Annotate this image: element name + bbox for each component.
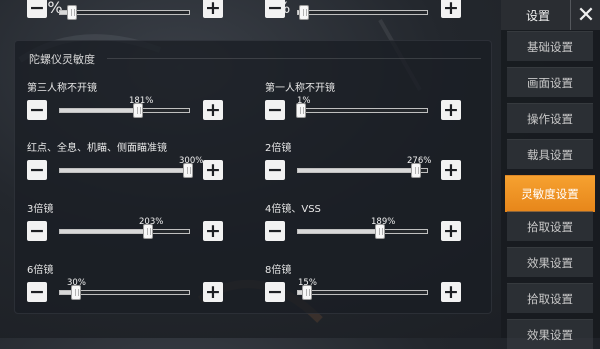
sensitivity-slider: 第三人称不开镜 181% − + — [27, 79, 247, 125]
slider-track[interactable] — [59, 163, 193, 178]
plus-button[interactable]: + — [203, 221, 223, 241]
sensitivity-slider: 6倍镜 30% − + — [27, 261, 247, 307]
slider-label: 第三人称不开镜 — [27, 83, 97, 94]
slider-label: 2倍镜 — [265, 143, 292, 154]
slider-thumb[interactable] — [296, 103, 306, 118]
slider-label: 红点、全息、机瞄、侧面瞄准镜 — [27, 143, 167, 154]
slider-label: 8倍镜 — [265, 265, 292, 276]
minus-button[interactable]: − — [265, 282, 285, 302]
slider-track[interactable] — [297, 163, 428, 178]
section-title: 陀螺仪灵敏度 — [29, 53, 95, 66]
sidebar-item[interactable]: 基础设置 — [507, 31, 593, 61]
close-icon: ✕ — [576, 2, 596, 28]
slider-thumb[interactable] — [183, 163, 193, 178]
minus-button[interactable]: − — [27, 282, 47, 302]
slider-thumb[interactable] — [302, 285, 312, 300]
slider-thumb[interactable] — [299, 5, 309, 20]
slider-track[interactable] — [59, 224, 190, 239]
sensitivity-slider: 4倍镜、VSS 189% − + — [265, 200, 485, 246]
slider-thumb[interactable] — [143, 224, 153, 239]
minus-button[interactable]: − — [27, 0, 47, 18]
sensitivity-slider: 2倍镜 276% − + — [265, 139, 485, 185]
minus-button[interactable]: − — [27, 221, 47, 241]
slider-thumb[interactable] — [375, 224, 385, 239]
plus-button[interactable]: + — [203, 160, 223, 180]
plus-button[interactable]: + — [441, 221, 461, 241]
slider-track[interactable] — [297, 285, 428, 300]
plus-button[interactable]: + — [441, 160, 461, 180]
top-slider-left: − 22% + — [27, 0, 247, 20]
slider-track[interactable] — [297, 5, 428, 20]
sensitivity-slider: 第一人称不开镜 1% − + — [265, 79, 485, 125]
sidebar-item[interactable]: 操作设置 — [507, 103, 593, 133]
slider-thumb[interactable] — [67, 5, 77, 20]
sensitivity-slider: 3倍镜 203% − + — [27, 200, 247, 246]
settings-sidebar: 设置 ✕ 基础设置 画面设置 操作设置 载具设置 灵敏度设置 拾取设置 效果设置 拾取设置 效果… — [501, 0, 600, 349]
plus-button[interactable]: + — [203, 282, 223, 302]
sidebar-header: 设置 ✕ — [501, 0, 600, 30]
slider-track[interactable] — [297, 224, 428, 239]
slider-label: 4倍镜、VSS — [265, 204, 321, 215]
sidebar-item[interactable]: 拾取设置 — [507, 211, 593, 241]
slider-track[interactable] — [59, 285, 190, 300]
slider-track[interactable] — [59, 103, 190, 118]
plus-button[interactable]: + — [203, 0, 223, 18]
sidebar-title: 设置 — [526, 9, 551, 23]
sidebar-item[interactable]: 拾取设置 — [507, 283, 593, 313]
sidebar-item[interactable]: 效果设置 — [507, 247, 593, 277]
slider-track[interactable] — [59, 5, 190, 20]
slider-thumb[interactable] — [71, 285, 81, 300]
plus-button[interactable]: + — [441, 100, 461, 120]
plus-button[interactable]: + — [441, 0, 461, 18]
plus-button[interactable]: + — [203, 100, 223, 120]
minus-button[interactable]: − — [27, 160, 47, 180]
minus-button[interactable]: − — [265, 221, 285, 241]
slider-label: 6倍镜 — [27, 265, 54, 276]
close-button[interactable]: ✕ — [570, 0, 600, 30]
slider-label: 3倍镜 — [27, 204, 54, 215]
section-divider — [107, 58, 481, 59]
sidebar-item[interactable]: 画面设置 — [507, 67, 593, 97]
minus-button[interactable]: − — [265, 100, 285, 120]
slider-thumb[interactable] — [133, 103, 143, 118]
sidebar-item[interactable]: 载具设置 — [507, 139, 593, 169]
minus-button[interactable]: − — [265, 160, 285, 180]
sensitivity-slider: 红点、全息、机瞄、侧面瞄准镜 300% − + — [27, 139, 247, 185]
sidebar-item[interactable]: 效果设置 — [507, 319, 593, 349]
plus-button[interactable]: + — [441, 282, 461, 302]
minus-button[interactable]: − — [27, 100, 47, 120]
top-slider-right: − 7% + — [265, 0, 485, 20]
sidebar-item[interactable]: 灵敏度设置 — [505, 175, 595, 212]
slider-track[interactable] — [296, 103, 428, 118]
slider-label: 第一人称不开镜 — [265, 83, 335, 94]
sensitivity-slider: 8倍镜 15% − + — [265, 261, 485, 307]
slider-thumb[interactable] — [411, 163, 421, 178]
minus-button[interactable]: − — [265, 0, 285, 18]
